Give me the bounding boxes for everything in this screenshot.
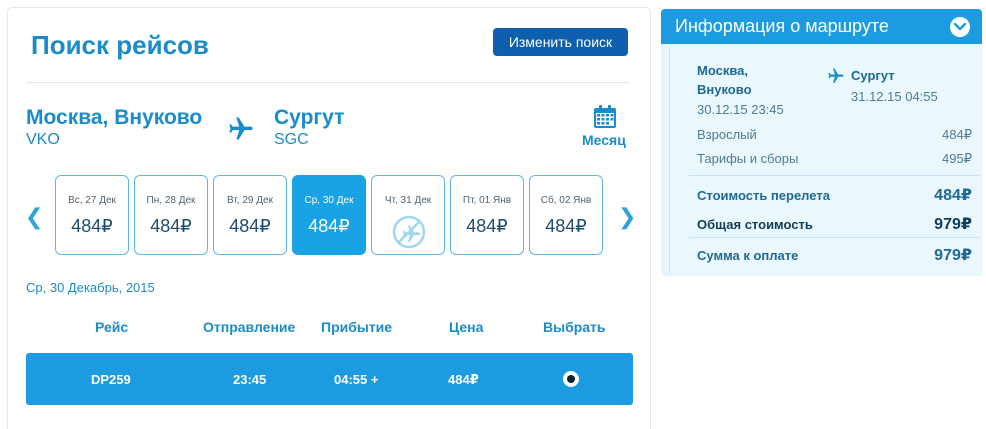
column-header-departure: Отправление: [203, 319, 296, 335]
date-card-label: Сб, 02 Янв: [540, 195, 592, 206]
route-info-title: Информация о маршруте: [675, 16, 889, 36]
date-card-label: Ср, 30 Дек: [304, 195, 354, 206]
total-cost-label: Общая стоимость: [697, 217, 813, 232]
route-info-panel: Информация о маршруте Москва, Внуково 30…: [661, 9, 982, 276]
date-card-label: Чт, 31 Дек: [384, 195, 432, 206]
date-card-label: Пт, 01 Янв: [462, 195, 512, 206]
flight-number: DP259: [91, 372, 131, 387]
fees-label: Тарифы и сборы: [697, 151, 799, 166]
origin-code: VKO: [26, 131, 60, 148]
calendar-icon[interactable]: [592, 104, 618, 130]
flight-cost-value: 484₽: [934, 187, 972, 204]
date-card-label: Пн, 28 Дек: [146, 195, 196, 206]
amount-due-label: Сумма к оплате: [697, 248, 799, 263]
date-card[interactable]: Пт, 01 Янв 484₽: [450, 175, 524, 255]
route-info-header[interactable]: Информация о маршруте: [661, 9, 982, 44]
route-departure-datetime: 30.12.15 23:45: [697, 102, 784, 117]
date-card-label: Вт, 29 Дек: [227, 195, 273, 206]
fees-value: 495₽: [942, 151, 972, 166]
date-card-label: Вс, 27 Дек: [68, 195, 116, 206]
title-divider: [26, 82, 630, 83]
amount-due-value: 979₽: [934, 247, 972, 264]
date-card-price: 484₽: [229, 216, 271, 236]
airplane-icon: [828, 68, 844, 83]
column-header-price: Цена: [449, 319, 484, 335]
adult-label: Взрослый: [697, 127, 757, 142]
column-header-select: Выбрать: [543, 319, 606, 335]
select-flight-radio[interactable]: [563, 371, 579, 387]
destination-city: Сургут: [274, 106, 345, 129]
departure-time: 23:45: [233, 372, 267, 387]
adult-value: 484₽: [942, 127, 972, 142]
change-search-button[interactable]: Изменить поиск: [493, 28, 628, 56]
chevron-left-icon[interactable]: ❮: [25, 206, 43, 228]
page-title: Поиск рейсов: [31, 30, 209, 60]
no-flight-icon: [392, 215, 426, 249]
destination-code: SGC: [274, 131, 309, 148]
flight-cost-label: Стоимость перелета: [697, 188, 830, 203]
flight-search-panel: Поиск рейсов Изменить поиск Москва, Внук…: [7, 7, 651, 429]
column-header-arrival: Прибытие: [321, 319, 393, 335]
total-cost-value: 979₽: [934, 216, 972, 233]
arrival-time: 04:55 +: [334, 372, 379, 387]
column-header-flight: Рейс: [95, 319, 129, 335]
route-destination-city: Сургут: [851, 68, 895, 83]
flight-row[interactable]: DP259 23:45 04:55 + 484₽: [26, 353, 633, 405]
date-card-price: 484₽: [150, 216, 192, 236]
date-card-price: 484₽: [71, 216, 113, 236]
date-card-unavailable[interactable]: Чт, 31 Дек: [371, 175, 445, 255]
divider: [689, 237, 979, 238]
origin-city: Москва, Внуково: [26, 106, 203, 129]
chevron-down-icon[interactable]: [950, 17, 970, 37]
date-card[interactable]: Пн, 28 Дек 484₽: [134, 175, 208, 255]
selected-date-label: Ср, 30 Декабрь, 2015: [26, 280, 155, 295]
date-card-price: 484₽: [545, 216, 587, 236]
flight-price: 484₽: [448, 372, 479, 387]
route-arrival-datetime: 31.12.15 04:55: [851, 89, 938, 104]
date-card[interactable]: Сб, 02 Янв 484₽: [529, 175, 603, 255]
month-view-link[interactable]: Месяц: [582, 132, 626, 148]
divider: [689, 175, 979, 176]
date-card-price: 484₽: [466, 216, 508, 236]
date-card[interactable]: Вт, 29 Дек 484₽: [213, 175, 287, 255]
airplane-icon: [229, 117, 253, 140]
route-origin-city: Москва, Внуково: [697, 63, 752, 97]
date-card[interactable]: Вс, 27 Дек 484₽: [55, 175, 129, 255]
date-card-selected[interactable]: Ср, 30 Дек 484₽: [292, 175, 366, 255]
date-card-price: 484₽: [308, 216, 350, 236]
chevron-right-icon[interactable]: ❯: [618, 206, 636, 228]
